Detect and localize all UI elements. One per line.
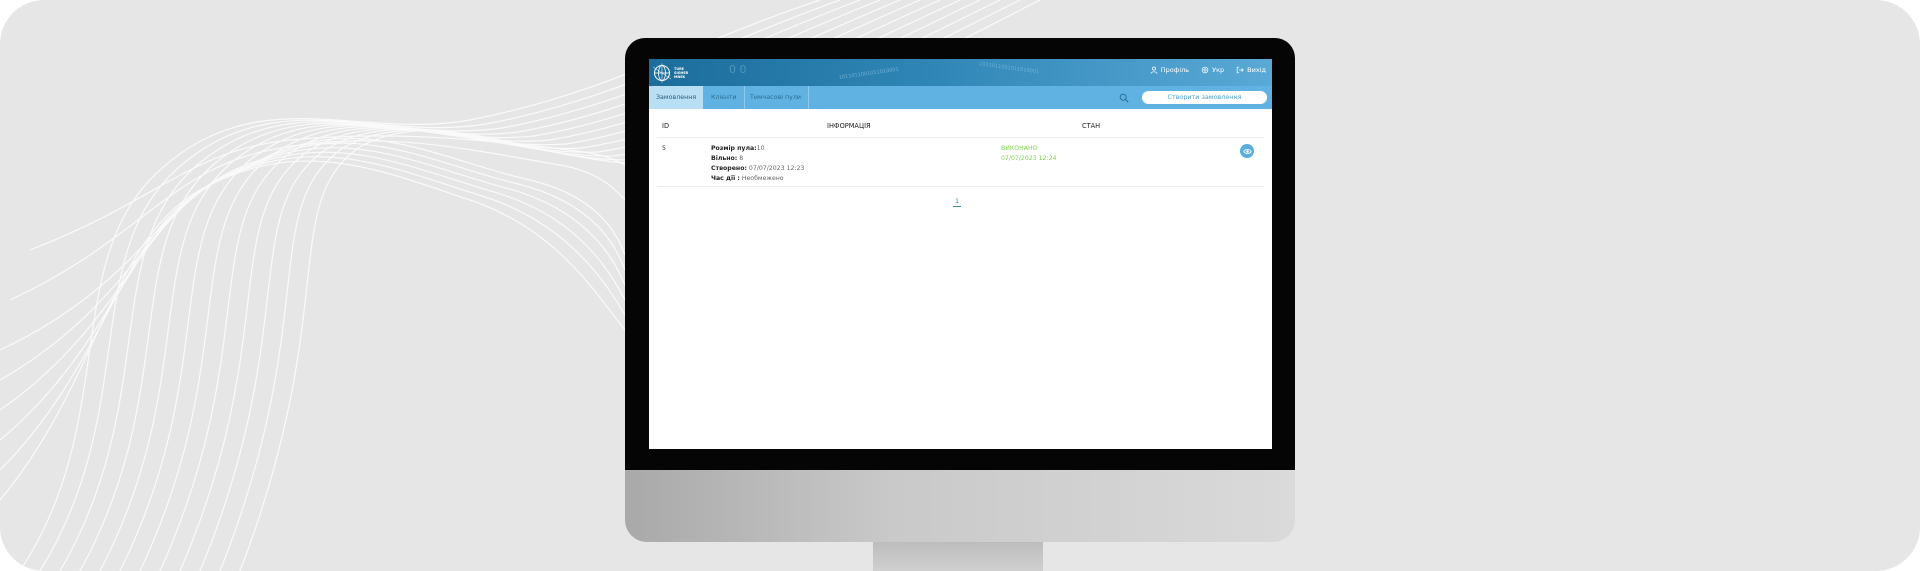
column-header-id: ID [662,122,670,130]
gear-icon [1201,66,1209,74]
row-id: 5 [662,145,666,152]
monitor: 1011011001011010001 0 0 1011011001011010… [625,38,1295,571]
sub-navigation: Замовлення Клієнти Тимчасові пули Створи… [649,86,1272,109]
language-label: Укр [1212,66,1225,74]
monitor-stand [873,542,1043,571]
free-label: Вільно: [711,155,738,162]
header-nav: Профіль Укр Вихід [1150,66,1266,74]
logout-label: Вихід [1247,66,1266,74]
tab-temporary-pools[interactable]: Тимчасові пули [743,86,810,109]
profile-link[interactable]: Профіль [1150,66,1189,74]
status-badge: ВИКОНАНО [1001,145,1038,152]
tab-orders[interactable]: Замовлення [649,86,704,109]
header-divider [657,137,1264,138]
profile-label: Профіль [1160,66,1190,74]
logo-line-3: MNEK [674,74,686,79]
app-screen: 1011011001011010001 0 0 1011011001011010… [649,59,1272,449]
eye-icon [1242,148,1252,154]
user-icon [1150,66,1158,74]
binary-text-2: 1011011001011010001 [979,61,1040,75]
row-status: ВИКОНАНО 07/07/2023 12:24 [1001,144,1056,164]
app-header: 1011011001011010001 0 0 1011011001011010… [649,59,1272,86]
create-order-button[interactable]: Створити замовлення [1142,91,1267,104]
status-date: 07/07/2023 12:24 [1001,155,1057,162]
column-header-status: СТАН [1082,122,1101,130]
column-header-info: ІНФОРМАЦІЯ [827,122,871,130]
logo-line-2: SIGHER [674,70,689,75]
created-label: Створено: [711,165,747,172]
logo-globe-icon [652,63,672,82]
search-icon[interactable] [1119,93,1129,103]
binary-text: 1011011001011010001 [838,67,899,81]
logout-icon [1236,66,1244,74]
created-value: 07/07/2023 12:23 [748,165,805,172]
view-order-button[interactable] [1240,144,1254,158]
logout-link[interactable]: Вихід [1236,66,1266,74]
action-time-label: Час дії : [711,175,740,182]
tab-clients[interactable]: Клієнти [704,86,745,109]
monitor-bezel: 1011011001011010001 0 0 1011011001011010… [625,38,1295,470]
logo-text: TURE SIGHER MNEK [674,67,688,79]
binary-large-text: 0 0 [729,63,747,76]
pool-size-value: 10 [756,145,765,152]
free-value: 8 [739,155,744,162]
language-switch[interactable]: Укр [1201,66,1224,74]
app-logo[interactable]: TURE SIGHER MNEK [652,61,692,84]
monitor-chin [625,470,1295,542]
page-background: 1011011001011010001 0 0 1011011001011010… [0,0,1920,571]
pagination-page-1[interactable]: 1 [953,197,962,207]
action-time-value: Необмежено [741,175,784,182]
row-divider [657,186,1264,187]
pool-size-label: Розмір пула: [711,145,757,152]
row-info: Розмір пула:10 Вільно: 8 Створено: 07/07… [711,144,804,184]
